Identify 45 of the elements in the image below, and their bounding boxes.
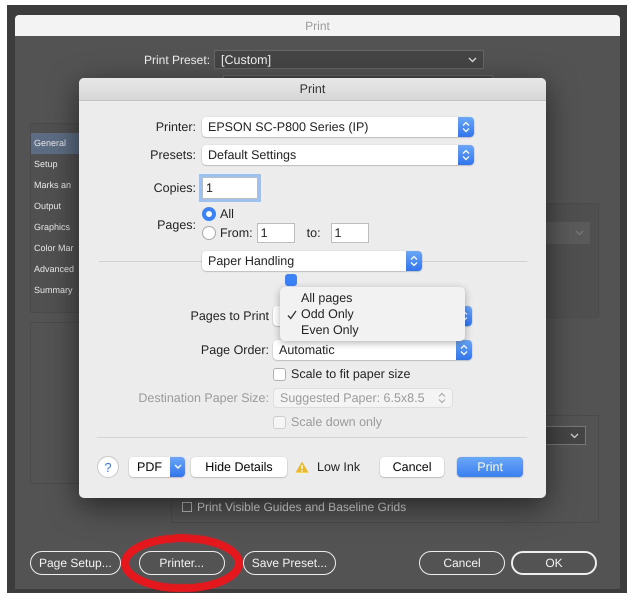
sidebar-item[interactable]: General — [31, 133, 79, 154]
checkbox-label: Print Visible Guides and Baseline Grids — [197, 500, 406, 514]
sidebar-item[interactable]: Graphics — [31, 217, 79, 238]
page-order-dropdown[interactable]: Automatic — [273, 340, 472, 360]
hide-details-button[interactable]: Hide Details — [191, 457, 287, 477]
sidebar-item[interactable]: Setup — [31, 154, 79, 175]
panel-dropdown[interactable]: Paper Handling — [202, 251, 422, 271]
presets-dropdown[interactable]: Default Settings — [202, 145, 474, 165]
dialog-button[interactable]: Save Preset... — [242, 551, 336, 575]
printer-dropdown[interactable]: EPSON SC-P800 Series (IP) — [202, 117, 474, 137]
help-button[interactable]: ? — [97, 456, 119, 478]
copies-field[interactable]: 1 — [202, 177, 258, 199]
field-label: to: — [306, 226, 321, 240]
pdf-button[interactable]: PDF — [129, 457, 185, 477]
field-label: Print Preset: — [144, 52, 210, 66]
menu-item[interactable]: Even Only — [280, 322, 465, 338]
sidebar-item[interactable]: Summary — [31, 280, 79, 301]
menu-item[interactable]: Odd Only — [280, 306, 465, 322]
sidebar-item[interactable]: Color Mar — [31, 238, 79, 259]
field-label: Pages to Print — [189, 309, 269, 323]
field-label: Destination Paper Size: — [137, 391, 269, 405]
from-field[interactable]: 1 — [256, 223, 295, 243]
radio-label: From: — [220, 226, 253, 240]
field-label: Page Order: — [200, 343, 269, 357]
checkbox-label: Scale down only — [291, 415, 382, 429]
cancel-button[interactable]: Cancel — [380, 457, 444, 477]
dialog-button[interactable]: Printer... — [138, 551, 225, 575]
sidebar-item[interactable]: Marks an — [31, 175, 79, 196]
dialog-button[interactable]: OK — [511, 551, 597, 575]
dialog-button[interactable]: Page Setup... — [30, 551, 121, 575]
sidebar-item[interactable]: Advanced — [31, 259, 79, 280]
field-label: Presets: — [149, 148, 196, 162]
radio-label: All — [220, 207, 234, 221]
status-text: Low Ink — [317, 460, 360, 474]
checkbox-label: Scale to fit paper size — [291, 367, 411, 381]
field-label: Printer: — [154, 120, 196, 134]
sidebar-item[interactable]: Output — [31, 196, 79, 217]
sheet-title: Print — [300, 82, 326, 96]
preset-dropdown[interactable]: [Custom] — [214, 50, 484, 69]
to-field[interactable]: 1 — [330, 223, 369, 243]
menu-item[interactable]: All pages — [280, 290, 465, 306]
dialog-button[interactable]: Cancel — [419, 551, 505, 575]
window-title: Print — [305, 18, 330, 32]
field-label: Pages: — [156, 218, 196, 232]
field-label: Copies: — [152, 181, 196, 195]
